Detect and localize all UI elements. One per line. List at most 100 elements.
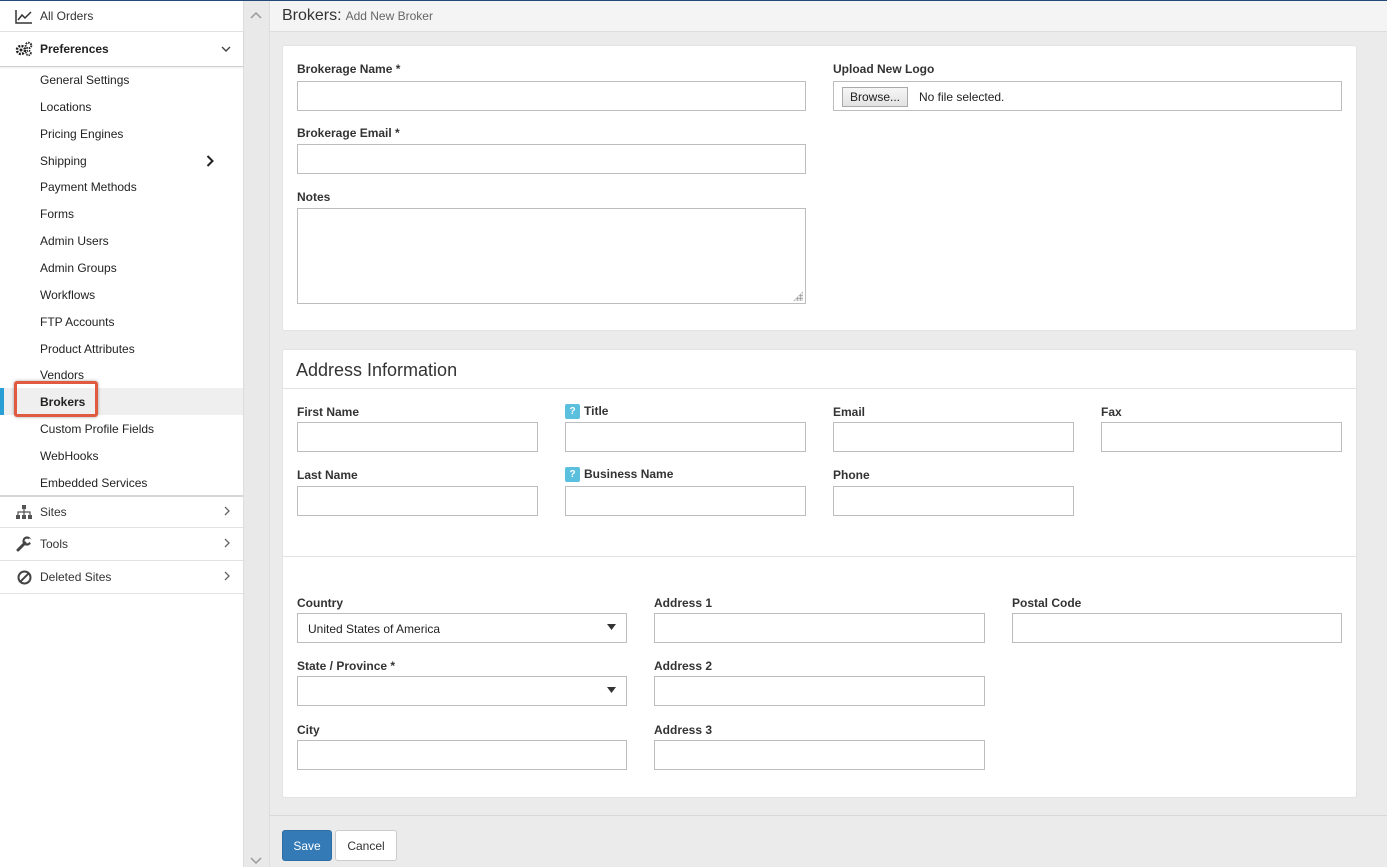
postal-code-label: Postal Code <box>1012 596 1082 610</box>
sidebar-item-custom-profile-fields[interactable]: Custom Profile Fields <box>0 415 243 442</box>
sidebar-item-embedded-services[interactable]: Embedded Services <box>0 469 243 496</box>
brokerage-email-input[interactable] <box>297 144 806 174</box>
sidebar-item-pricing-engines[interactable]: Pricing Engines <box>0 120 243 147</box>
broker-details-panel: Brokerage Name * Brokerage Email * Notes… <box>282 45 1357 331</box>
sidebar-item-label: Payment Methods <box>40 179 137 194</box>
sidebar-item-label: Brokers <box>40 394 86 409</box>
active-indicator <box>0 388 4 415</box>
address-panel: Address Information First Name ? Title Em… <box>282 349 1357 798</box>
address-section-title: Address Information <box>296 360 458 380</box>
state-select[interactable] <box>297 676 627 706</box>
caret-down-icon <box>607 685 616 695</box>
sidebar-item-label: WebHooks <box>40 448 99 463</box>
gears-icon <box>15 41 33 57</box>
title-label: ? Title <box>565 404 608 420</box>
sidebar-item-label: Pricing Engines <box>40 126 124 141</box>
nav-all-orders-label: All Orders <box>40 9 94 23</box>
notes-textarea[interactable] <box>297 208 806 304</box>
address2-label: Address 2 <box>654 659 713 673</box>
sidebar-item-admin-groups[interactable]: Admin Groups <box>0 254 243 281</box>
fax-label: Fax <box>1101 405 1122 419</box>
sidebar-item-product-attributes[interactable]: Product Attributes <box>0 335 243 362</box>
email-input[interactable] <box>833 422 1074 452</box>
ban-icon <box>15 569 33 585</box>
sidebar-item-label: Shipping <box>40 153 87 168</box>
sidebar-item-locations[interactable]: Locations <box>0 93 243 120</box>
cancel-button[interactable]: Cancel <box>335 830 397 861</box>
sidebar-item-brokers[interactable]: Brokers <box>0 381 243 417</box>
sidebar-item-forms[interactable]: Forms <box>0 200 243 227</box>
business-name-input[interactable] <box>565 486 806 516</box>
first-name-label: First Name <box>297 405 360 419</box>
page-subtitle: Add New Broker <box>345 9 433 23</box>
chevron-down-icon <box>221 42 231 56</box>
sidebar-item-label: Locations <box>40 99 92 114</box>
scroll-down-icon[interactable] <box>250 854 262 867</box>
scroll-up-icon[interactable] <box>250 8 262 22</box>
resize-grip-icon[interactable] <box>793 291 803 301</box>
first-name-input[interactable] <box>297 422 538 452</box>
sidebar-item-webhooks[interactable]: WebHooks <box>0 442 243 469</box>
business-name-label-text: Business Name <box>584 467 674 481</box>
country-select-value: United States of America <box>308 622 441 636</box>
sidebar-item-ftp-accounts[interactable]: FTP Accounts <box>0 308 243 335</box>
sidebar-scrollbar[interactable] <box>244 1 270 867</box>
page-header: Brokers: Add New Broker <box>270 1 1387 32</box>
nav-deleted-sites-label: Deleted Sites <box>40 570 112 584</box>
sidebar: All Orders Preferences General Settings … <box>0 1 244 867</box>
page-title-text: Brokers: <box>282 7 342 24</box>
help-icon[interactable]: ? <box>565 404 580 420</box>
address1-input[interactable] <box>654 613 985 643</box>
sidebar-item-label: Embedded Services <box>40 475 148 490</box>
sidebar-item-label: Custom Profile Fields <box>40 421 155 436</box>
address3-label: Address 3 <box>654 723 713 737</box>
nav-deleted-sites[interactable]: Deleted Sites <box>0 561 243 594</box>
sidebar-item-label: Vendors <box>40 367 85 382</box>
chevron-right-icon <box>224 505 231 519</box>
sidebar-item-workflows[interactable]: Workflows <box>0 281 243 308</box>
sidebar-item-label: Admin Users <box>40 233 109 248</box>
sidebar-item-label: Admin Groups <box>40 260 117 275</box>
sidebar-item-payment-methods[interactable]: Payment Methods <box>0 173 243 200</box>
sidebar-item-label: Product Attributes <box>40 341 135 356</box>
phone-input[interactable] <box>833 486 1074 516</box>
sidebar-item-label: Workflows <box>40 287 96 302</box>
nav-preferences-label: Preferences <box>40 42 109 56</box>
sidebar-item-shipping[interactable]: Shipping <box>0 147 243 174</box>
nav-tools[interactable]: Tools <box>0 528 243 561</box>
city-label: City <box>297 723 320 737</box>
fax-input[interactable] <box>1101 422 1342 452</box>
section-divider <box>283 556 1356 557</box>
logo-file-input[interactable]: Browse... No file selected. <box>833 81 1342 111</box>
address3-input[interactable] <box>654 740 985 770</box>
last-name-input[interactable] <box>297 486 538 516</box>
city-input[interactable] <box>297 740 627 770</box>
footer-divider <box>270 815 1387 816</box>
sidebar-item-label: General Settings <box>40 72 130 87</box>
brokerage-name-input[interactable] <box>297 81 806 111</box>
country-select[interactable]: United States of America <box>297 613 627 643</box>
sitemap-icon <box>15 504 33 520</box>
help-icon[interactable]: ? <box>565 467 580 483</box>
country-label: Country <box>297 596 343 610</box>
browse-button[interactable]: Browse... <box>842 87 909 107</box>
business-name-label: ? Business Name <box>565 467 674 483</box>
brokerage-email-label: Brokerage Email * <box>297 126 400 140</box>
last-name-label: Last Name <box>297 468 358 482</box>
state-label: State / Province * <box>297 659 396 673</box>
sidebar-item-general-settings[interactable]: General Settings <box>0 66 243 93</box>
section-divider <box>283 388 1356 389</box>
notes-label: Notes <box>297 190 331 204</box>
chevron-right-icon <box>224 570 231 584</box>
caret-down-icon <box>607 622 616 632</box>
postal-code-input[interactable] <box>1012 613 1342 643</box>
nav-all-orders[interactable]: All Orders <box>0 1 243 32</box>
address2-input[interactable] <box>654 676 985 706</box>
title-input[interactable] <box>565 422 806 452</box>
nav-preferences[interactable]: Preferences <box>0 32 243 67</box>
email-label: Email <box>833 405 866 419</box>
nav-sites[interactable]: Sites <box>0 495 243 528</box>
sidebar-item-admin-users[interactable]: Admin Users <box>0 227 243 254</box>
save-button[interactable]: Save <box>282 830 332 861</box>
chevron-right-icon <box>206 155 214 170</box>
